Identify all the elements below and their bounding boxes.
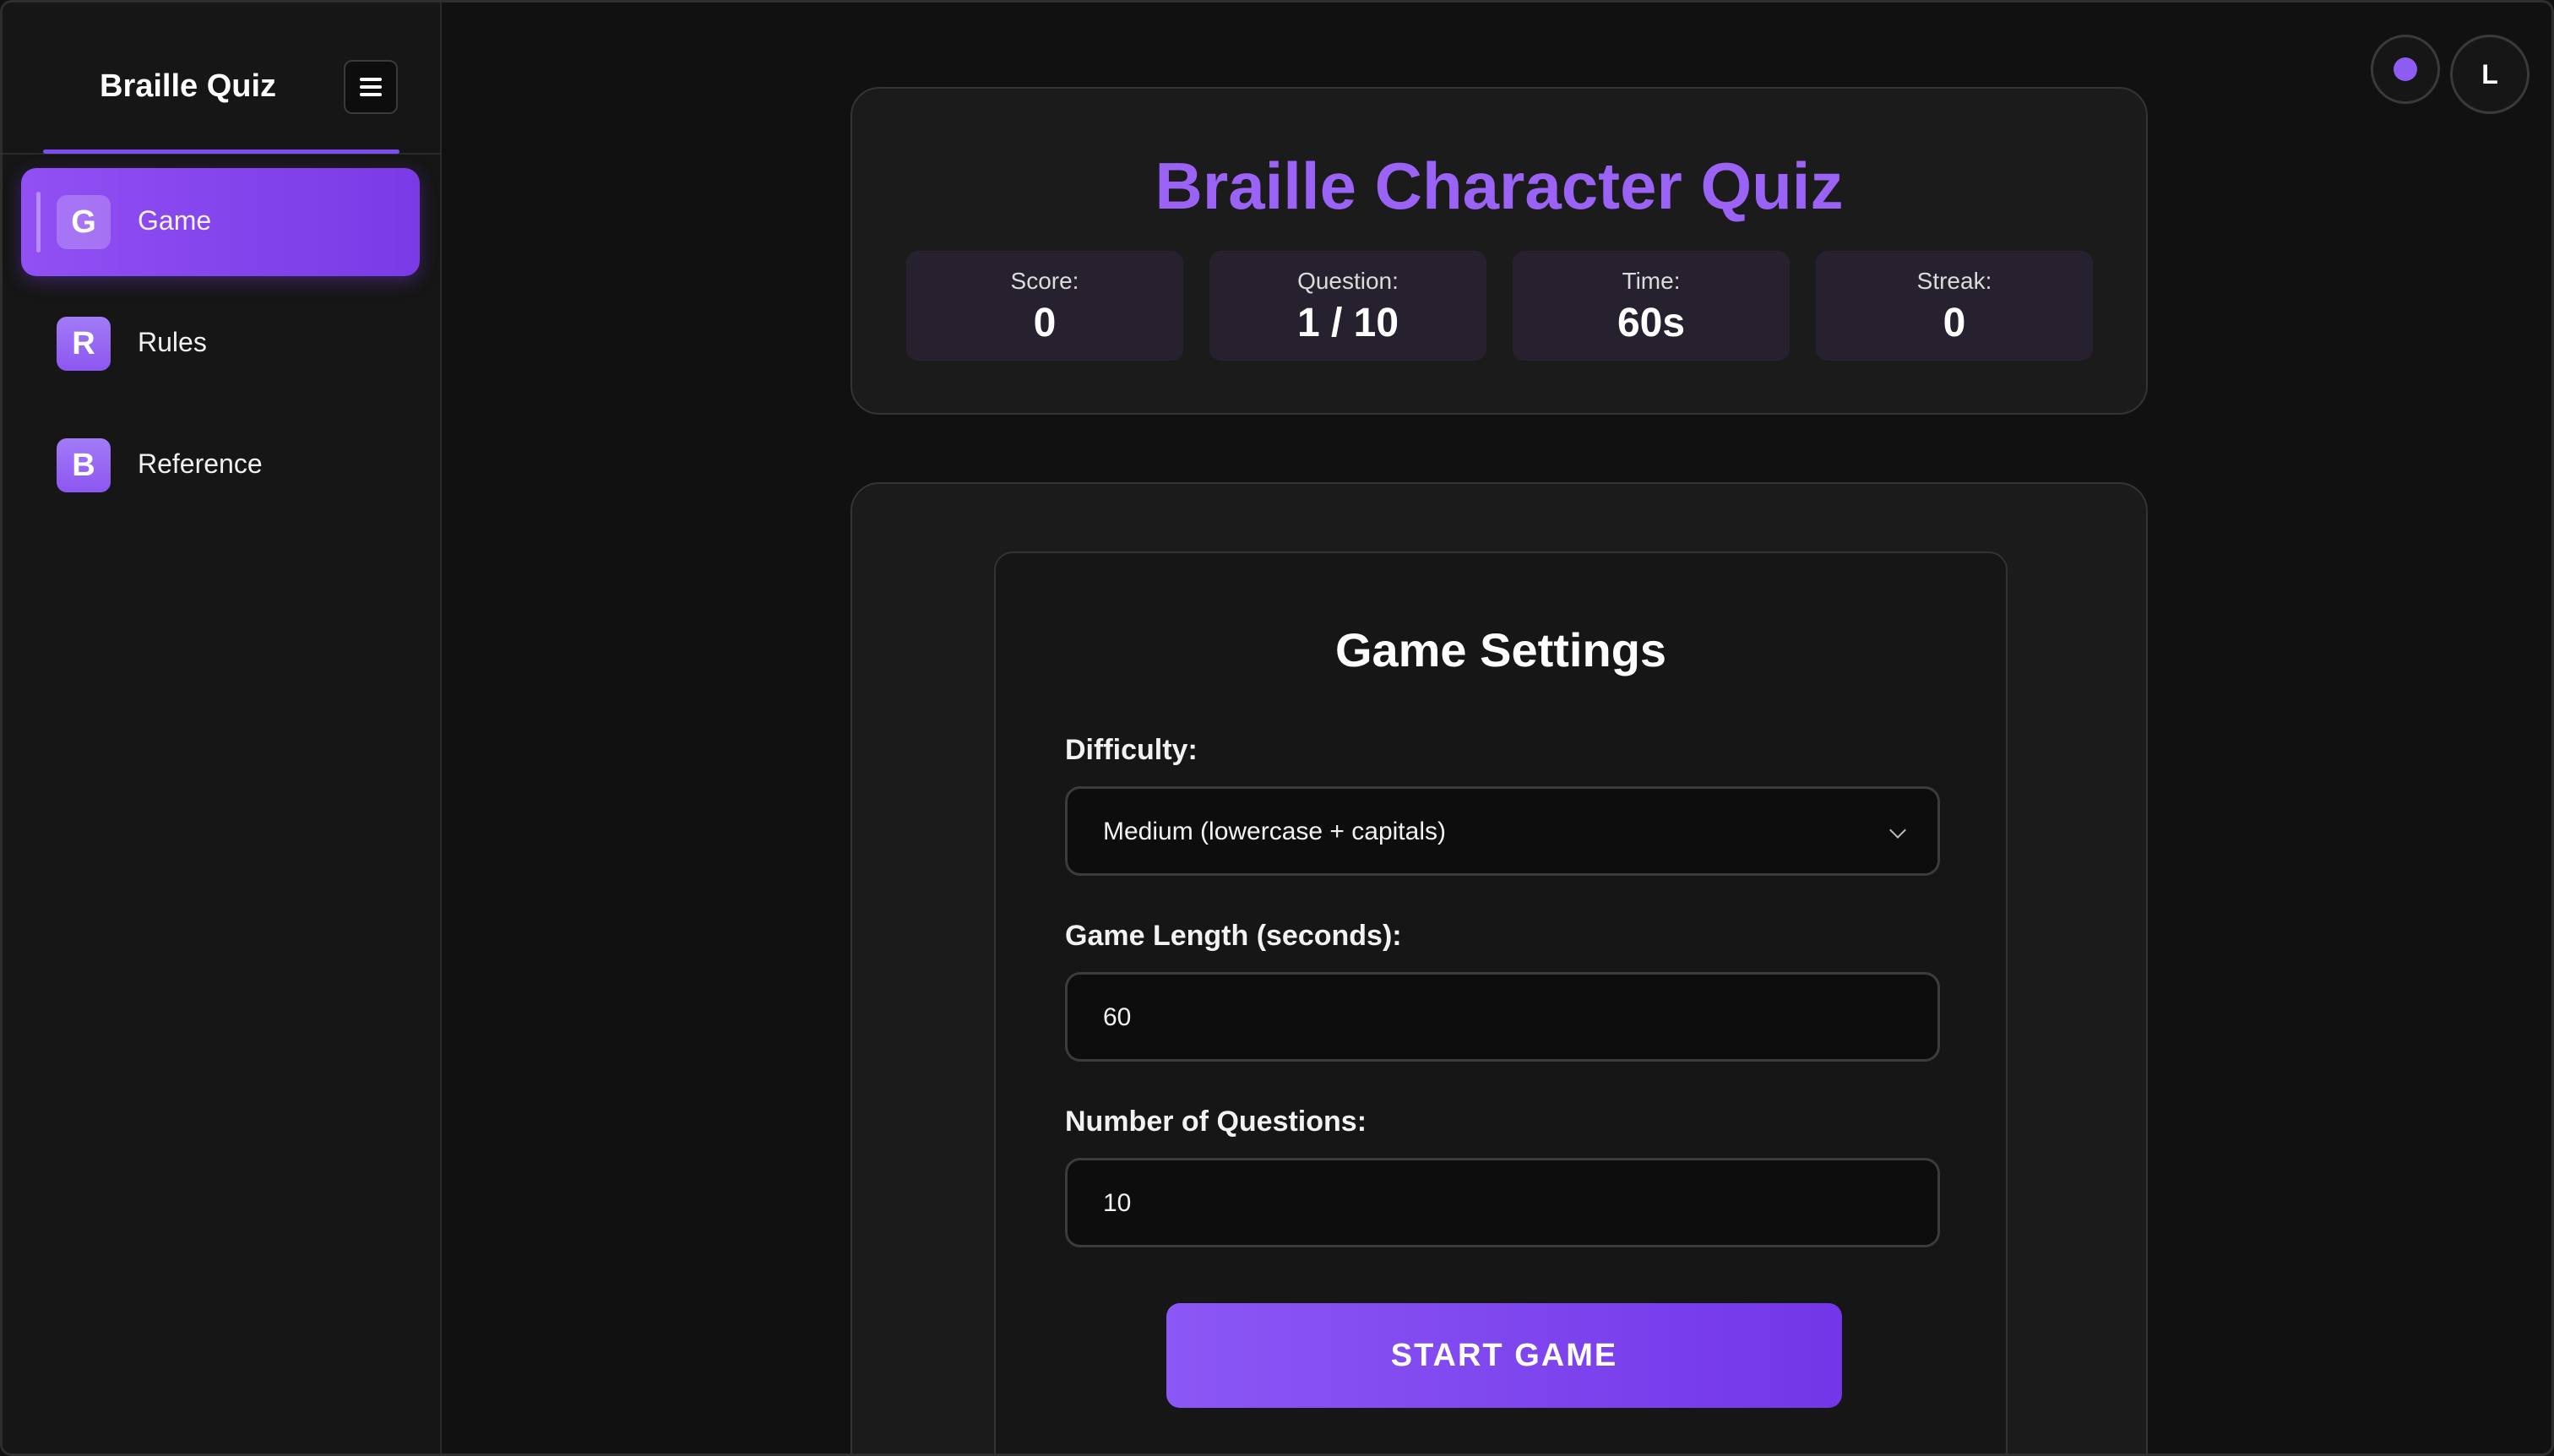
stat-label: Streak: <box>1916 268 1992 294</box>
reference-icon: B <box>57 438 111 492</box>
difficulty-selected-value: Medium (lowercase + capitals) <box>1103 818 1446 845</box>
hamburger-icon-line <box>360 78 382 81</box>
quiz-header-card: Braille Character Quiz Score: 0 Question… <box>850 87 2148 415</box>
stat-label: Question: <box>1297 268 1399 294</box>
stat-question: Question: 1 / 10 <box>1209 251 1486 361</box>
brand-title: Braille Quiz <box>100 68 277 104</box>
brand-underline <box>43 149 399 154</box>
stat-label: Score: <box>1010 268 1079 294</box>
stat-value: 60s <box>1617 301 1686 345</box>
theme-toggle-button[interactable] <box>2371 35 2440 104</box>
question-count-input[interactable]: 10 <box>1065 1158 1940 1247</box>
sidebar: Braille Quiz G Game R Rules B Reference <box>3 3 442 1453</box>
sidebar-item-label: Rules <box>138 327 207 357</box>
sidebar-item-game[interactable]: G Game <box>21 168 420 276</box>
stat-value: 0 <box>1943 301 1966 345</box>
stat-value: 1 / 10 <box>1296 301 1399 345</box>
game-length-input[interactable]: 60 <box>1065 972 1940 1062</box>
stat-value: 0 <box>1033 301 1057 345</box>
app-window: Braille Quiz G Game R Rules B Reference <box>0 0 2554 1456</box>
sidebar-item-reference[interactable]: B Reference <box>21 411 420 519</box>
game-length-value: 60 <box>1103 1003 1132 1031</box>
stat-time: Time: 60s <box>1513 251 1790 361</box>
chevron-down-icon <box>1889 822 1906 839</box>
sidebar-item-rules[interactable]: R Rules <box>21 290 420 398</box>
active-indicator <box>36 192 41 253</box>
page-title: Braille Character Quiz <box>1155 149 1844 223</box>
hamburger-icon-line <box>360 85 382 89</box>
difficulty-select[interactable]: Medium (lowercase + capitals) <box>1065 786 1940 876</box>
stat-label: Time: <box>1622 268 1681 294</box>
question-count-value: 10 <box>1103 1189 1132 1217</box>
hamburger-icon-line <box>360 93 382 96</box>
stat-streak: Streak: 0 <box>1816 251 2093 361</box>
start-game-button[interactable]: START GAME <box>1166 1303 1842 1408</box>
sidebar-header: Braille Quiz <box>3 3 440 155</box>
settings-panel: Game Settings Difficulty: Medium (lowerc… <box>994 551 2008 1453</box>
avatar[interactable]: L <box>2450 35 2530 114</box>
game-icon: G <box>57 195 111 249</box>
difficulty-label: Difficulty: <box>1065 734 1198 766</box>
sidebar-item-label: Reference <box>138 448 263 479</box>
game-card: Game Settings Difficulty: Medium (lowerc… <box>850 482 2148 1453</box>
theme-dot-icon <box>2394 57 2417 81</box>
sidebar-item-label: Game <box>138 205 212 236</box>
settings-title: Game Settings <box>1334 623 1667 676</box>
rules-icon: R <box>57 317 111 371</box>
menu-toggle-button[interactable] <box>344 60 398 114</box>
game-length-label: Game Length (seconds): <box>1065 920 1402 952</box>
question-count-label: Number of Questions: <box>1065 1106 1367 1138</box>
stat-score: Score: 0 <box>906 251 1183 361</box>
